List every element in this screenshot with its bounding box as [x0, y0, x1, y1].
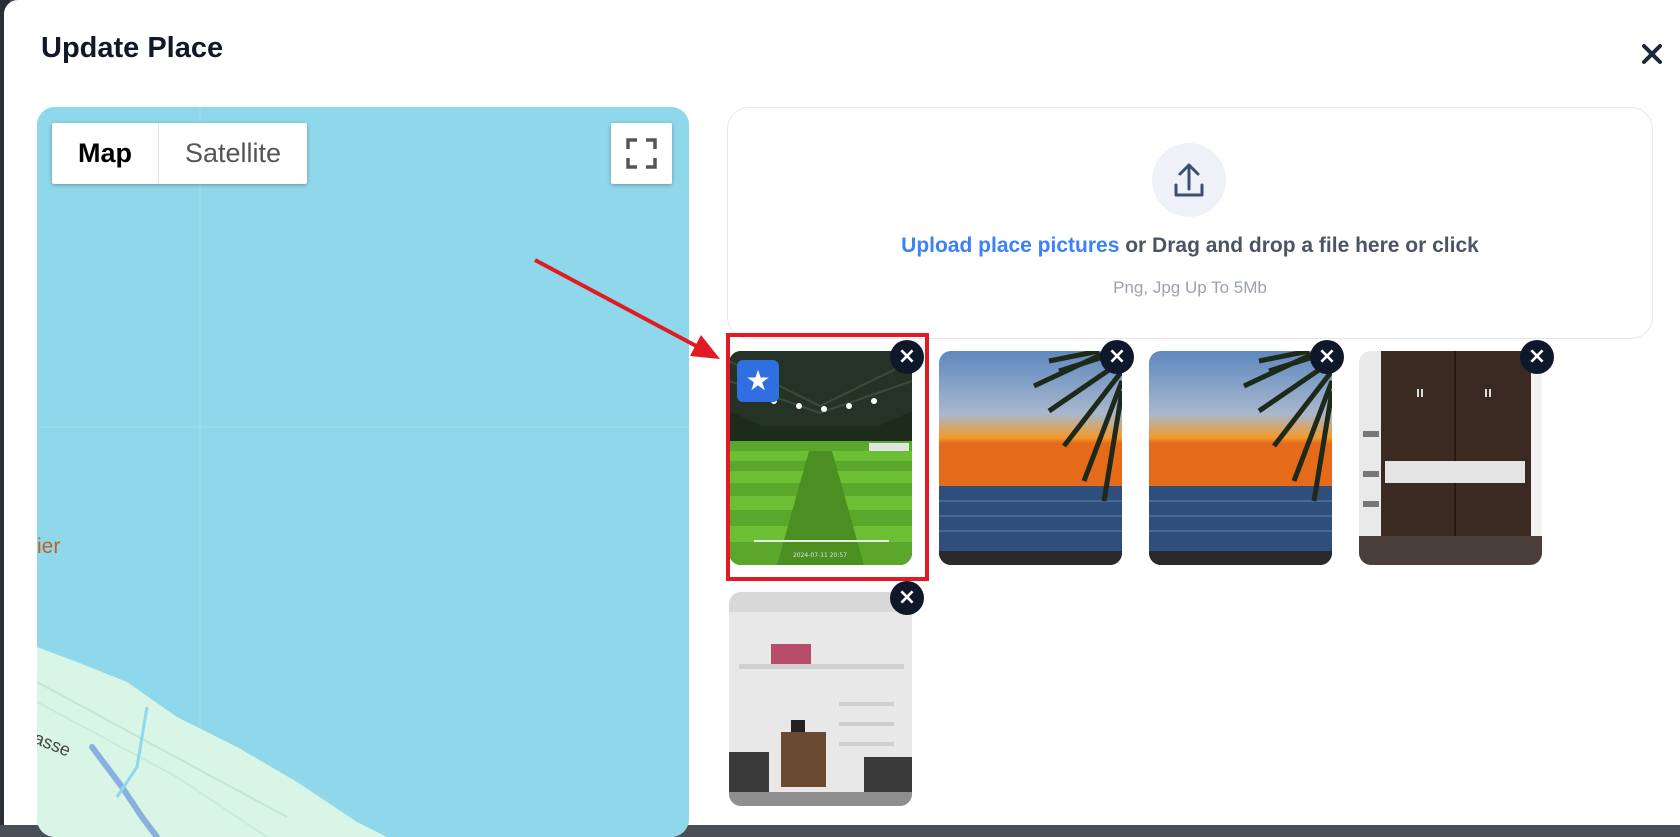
- remove-image-button[interactable]: ×: [890, 581, 924, 615]
- gallery-image[interactable]: [939, 351, 1122, 565]
- upload-icon: [1152, 143, 1226, 217]
- gallery-image[interactable]: [729, 592, 912, 806]
- fullscreen-button[interactable]: [611, 123, 672, 184]
- star-icon[interactable]: ★: [737, 360, 779, 402]
- map-place-label: ier: [37, 535, 61, 558]
- map-type-map-button[interactable]: Map: [52, 123, 159, 184]
- gallery-image[interactable]: [1149, 351, 1332, 565]
- upload-instruction: Upload place pictures or Drag and drop a…: [728, 234, 1652, 258]
- map-type-satellite-button[interactable]: Satellite: [159, 123, 307, 184]
- fullscreen-icon: [626, 138, 657, 169]
- map-type-control: Map Satellite: [52, 123, 308, 184]
- upload-file-hint: Png, Jpg Up To 5Mb: [1113, 278, 1267, 297]
- dialog-title: Update Place: [41, 32, 224, 64]
- remove-image-button[interactable]: ×: [1520, 340, 1554, 374]
- close-icon[interactable]: [1636, 38, 1668, 70]
- image-caption: 2024-07-11 20:57: [793, 552, 847, 559]
- location-map[interactable]: Map Satellite ier asse: [37, 107, 689, 837]
- remove-image-button[interactable]: ×: [890, 340, 924, 374]
- upload-link[interactable]: Upload place pictures: [901, 234, 1119, 257]
- upload-dropzone[interactable]: Upload place pictures or Drag and drop a…: [727, 107, 1653, 339]
- remove-image-button[interactable]: ×: [1310, 340, 1344, 374]
- upload-instruction-text: or Drag and drop a file here or click: [1119, 234, 1479, 257]
- gallery-image[interactable]: [1359, 351, 1542, 565]
- remove-image-button[interactable]: ×: [1100, 340, 1134, 374]
